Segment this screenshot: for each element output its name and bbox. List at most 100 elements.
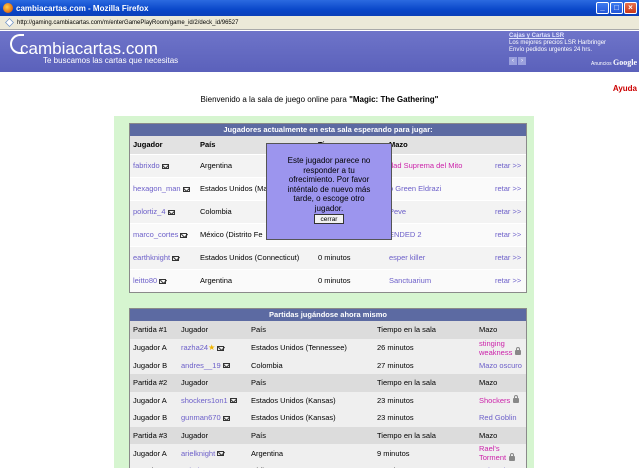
welcome-game: "Magic: The Gathering" xyxy=(349,95,439,104)
ad-next-icon[interactable]: › xyxy=(518,57,526,65)
ad-brand[interactable]: Anuncios Google xyxy=(591,58,637,67)
deck-cell: Shockers xyxy=(476,391,526,409)
player-cell: andres__19 xyxy=(178,356,248,374)
column-header: Jugador xyxy=(178,374,248,392)
role-cell: Jugador A xyxy=(130,338,178,357)
column-header: Mazo xyxy=(476,321,526,339)
welcome-prefix: Bienvenido a la sala de juego online par… xyxy=(200,95,350,104)
mail-icon[interactable] xyxy=(217,451,225,457)
maximize-button[interactable]: □ xyxy=(610,2,623,14)
time-cell: 27 minutos xyxy=(374,356,476,374)
action-cell: retar >> xyxy=(492,176,526,200)
mail-icon[interactable] xyxy=(182,186,190,192)
role-cell: Jugador B xyxy=(130,462,178,468)
deck-link[interactable]: stinging weakness xyxy=(479,339,512,357)
match-label: Partida #3 xyxy=(130,426,178,444)
table-row: Jugador Bandres__19 Colombia 27 minutos Maz… xyxy=(130,356,526,374)
mail-icon[interactable] xyxy=(180,232,188,238)
ad-block[interactable]: Cajas y Cartas LSR Los mejores precios L… xyxy=(509,33,637,54)
close-window-button[interactable]: × xyxy=(624,2,637,14)
role-cell: Jugador A xyxy=(130,391,178,409)
deck-cell: Peve xyxy=(386,199,492,223)
player-cell: marco_cortes xyxy=(130,222,197,246)
deck-cell: Rael's Torment xyxy=(476,444,526,462)
column-header xyxy=(492,136,526,154)
dialog-message: Este jugador parece no responder a tu of… xyxy=(287,156,371,213)
deck-link[interactable]: o Green Eldrazi xyxy=(389,184,441,193)
ad-brand-prefix: Anuncios xyxy=(591,61,612,67)
firefox-icon xyxy=(3,3,13,13)
deck-link[interactable]: Shockers xyxy=(479,396,510,405)
challenge-link[interactable]: retar >> xyxy=(495,184,521,193)
deck-link[interactable]: Mazo oscuro xyxy=(479,361,522,370)
player-link[interactable]: earthknight xyxy=(133,253,170,262)
deck-link[interactable]: dad Suprema del Mito xyxy=(389,161,462,170)
table-row: leitto80 Argentina 0 minutos Sanctuarium ret… xyxy=(130,268,526,292)
player-link[interactable]: shockers1on1 xyxy=(181,396,228,405)
help-link[interactable]: Ayuda xyxy=(613,84,637,93)
action-cell: retar >> xyxy=(492,268,526,292)
mail-icon[interactable] xyxy=(222,363,230,369)
mail-icon[interactable] xyxy=(159,278,167,284)
country-cell: Estados Unidos (Tennessee) xyxy=(248,338,374,357)
player-link[interactable]: razha24 xyxy=(181,343,208,352)
table-row: Jugador Bgunman670 Estados Unidos (Kansas… xyxy=(130,409,526,427)
challenge-link[interactable]: retar >> xyxy=(495,207,521,216)
deck-link[interactable]: ENDED 2 xyxy=(389,230,422,239)
ad-title[interactable]: Cajas y Cartas LSR xyxy=(509,33,637,40)
unresponsive-player-dialog: Este jugador parece no responder a tu of… xyxy=(266,143,392,240)
player-link[interactable]: hexagon_man xyxy=(133,184,181,193)
player-cell: leitto80 xyxy=(130,268,197,292)
match-header-row: Partida #1 Jugador País Tiempo en la sala Ma… xyxy=(130,321,526,339)
time-cell: 26 minutos xyxy=(374,338,476,357)
player-link[interactable]: gunman670 xyxy=(181,413,221,422)
player-link[interactable]: fabrixdo xyxy=(133,161,160,170)
column-header: Jugador xyxy=(130,136,197,154)
match-label: Partida #2 xyxy=(130,374,178,392)
mail-icon[interactable] xyxy=(222,415,230,421)
player-cell: gunman670 xyxy=(178,409,248,427)
column-header: Jugador xyxy=(178,321,248,339)
player-cell: polortiz_4 xyxy=(130,199,197,223)
country-cell: Estados Unidos (Kansas) xyxy=(248,409,374,427)
action-cell: retar >> xyxy=(492,245,526,269)
address-bar[interactable]: http://gaming.cambiacartas.com/m/enterGa… xyxy=(0,16,639,30)
mail-icon[interactable] xyxy=(229,398,237,404)
country-cell: Argentina xyxy=(197,268,315,292)
mail-icon[interactable] xyxy=(217,345,225,351)
table-row: Jugador Ashockers1on1 Estados Unidos (Kan… xyxy=(130,391,526,409)
lock-icon xyxy=(513,395,520,404)
challenge-link[interactable]: retar >> xyxy=(495,161,521,170)
ad-prev-icon[interactable]: ‹ xyxy=(509,57,517,65)
action-cell: retar >> xyxy=(492,153,526,177)
mail-icon[interactable] xyxy=(161,163,169,169)
player-link[interactable]: arielknight xyxy=(181,449,215,458)
role-cell: Jugador B xyxy=(130,409,178,427)
close-dialog-button[interactable]: cerrar xyxy=(313,214,345,224)
star-icon: ★ xyxy=(208,343,216,352)
action-cell: retar >> xyxy=(492,199,526,223)
ad-brand-name: Google xyxy=(613,58,637,67)
waiting-players-title: Jugadores actualmente en esta sala esper… xyxy=(130,124,526,136)
deck-link[interactable]: Rael's Torment xyxy=(479,444,506,462)
player-cell: shockers1on1 xyxy=(178,391,248,409)
match-header-row: Partida #2 Jugador País Tiempo en la sala Ma… xyxy=(130,374,526,392)
player-link[interactable]: andres__19 xyxy=(181,361,221,370)
deck-link[interactable]: Red Goblin xyxy=(479,413,517,422)
mail-icon[interactable] xyxy=(167,209,175,215)
ad-nav: ‹ › xyxy=(509,57,526,65)
challenge-link[interactable]: retar >> xyxy=(495,253,521,262)
url-text[interactable]: http://gaming.cambiacartas.com/m/enterGa… xyxy=(17,20,238,26)
challenge-link[interactable]: retar >> xyxy=(495,230,521,239)
player-link[interactable]: polortiz_4 xyxy=(133,207,166,216)
mail-icon[interactable] xyxy=(172,255,180,261)
deck-cell: Solar Blast xyxy=(476,462,526,468)
minimize-button[interactable]: _ xyxy=(596,2,609,14)
role-cell: Jugador A xyxy=(130,444,178,462)
challenge-link[interactable]: retar >> xyxy=(495,276,521,285)
page-icon xyxy=(5,18,14,27)
player-link[interactable]: leitto80 xyxy=(133,276,157,285)
deck-link[interactable]: Sanctuarium xyxy=(389,276,431,285)
player-link[interactable]: marco_cortes xyxy=(133,230,178,239)
deck-link[interactable]: esper killer xyxy=(389,253,425,262)
